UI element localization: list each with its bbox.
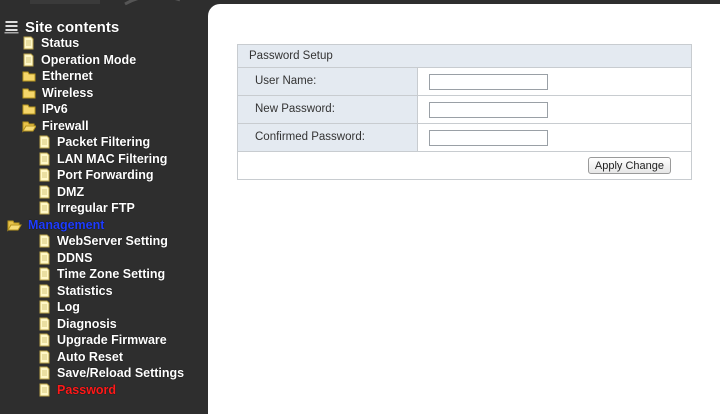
sidebar-item-upgrade-firmware[interactable]: Upgrade Firmware xyxy=(38,332,167,348)
new-password-input[interactable] xyxy=(429,101,548,118)
sidebar-item-password[interactable]: Password xyxy=(38,382,116,398)
sidebar-item-dmz[interactable]: DMZ xyxy=(38,184,84,200)
document-icon xyxy=(39,152,50,165)
sidebar-item-lan-mac-filtering[interactable]: LAN MAC Filtering xyxy=(38,151,167,167)
sidebar-item-statistics[interactable]: Statistics xyxy=(38,283,113,299)
folder-icon xyxy=(22,104,36,115)
sidebar-item-auto-reset[interactable]: Auto Reset xyxy=(38,349,123,365)
password-setup-panel: Password Setup User Name: New Password: … xyxy=(237,44,692,180)
sidebar-item-packet-filtering[interactable]: Packet Filtering xyxy=(38,134,150,150)
document-icon xyxy=(39,168,50,182)
new-password-row: New Password: xyxy=(238,96,691,124)
form-actions: Apply Change xyxy=(238,152,691,179)
panel-title: Password Setup xyxy=(238,45,691,68)
sidebar-item-time-zone-setting[interactable]: Time Zone Setting xyxy=(38,266,165,282)
confirmed-password-input[interactable] xyxy=(429,129,548,146)
document-icon xyxy=(39,201,50,215)
user-name-label: User Name: xyxy=(238,68,418,95)
sidebar-item-wireless[interactable]: Wireless xyxy=(22,85,93,101)
document-icon xyxy=(39,234,50,248)
sidebar-item-irregular-ftp[interactable]: Irregular FTP xyxy=(38,200,135,216)
sidebar-item-webserver-setting[interactable]: WebServer Setting xyxy=(38,233,168,249)
document-icon xyxy=(39,317,50,330)
sidebar-item-management[interactable]: Management xyxy=(6,217,104,233)
confirmed-password-row: Confirmed Password: xyxy=(238,124,691,152)
document-icon xyxy=(23,53,34,66)
folder-icon xyxy=(22,88,36,98)
sidebar-item-status[interactable]: Status xyxy=(22,35,79,51)
sidebar-item-diagnosis[interactable]: Diagnosis xyxy=(38,316,117,332)
sidebar-item-firewall[interactable]: Firewall xyxy=(22,118,89,134)
document-icon xyxy=(39,267,50,281)
sidebar-item-ethernet[interactable]: Ethernet xyxy=(22,68,93,84)
new-password-label: New Password: xyxy=(238,96,418,123)
sidebar-item-ipv6[interactable]: IPv6 xyxy=(22,101,68,117)
document-icon xyxy=(39,185,50,198)
document-icon xyxy=(39,251,50,264)
sidebar-item-save-reload-settings[interactable]: Save/Reload Settings xyxy=(38,365,184,381)
sidebar-tree: Site contents Status Operation Mode Ethe… xyxy=(0,0,208,410)
document-icon xyxy=(39,366,50,380)
sidebar-item-port-forwarding[interactable]: Port Forwarding xyxy=(38,167,154,183)
sidebar-item-operation-mode[interactable]: Operation Mode xyxy=(22,52,136,68)
document-icon xyxy=(39,135,50,149)
tree-root-icon xyxy=(4,21,19,34)
folder-icon xyxy=(22,71,36,82)
document-icon xyxy=(39,300,50,314)
sidebar-item-ddns[interactable]: DDNS xyxy=(38,250,92,266)
brand-logo xyxy=(30,0,180,6)
user-name-row: User Name: xyxy=(238,68,691,96)
sidebar-item-log[interactable]: Log xyxy=(38,299,80,315)
folder-open-icon xyxy=(7,220,22,232)
main-content: Password Setup User Name: New Password: … xyxy=(208,4,720,414)
tree-root[interactable]: Site contents xyxy=(4,18,120,36)
document-icon xyxy=(39,284,50,297)
folder-open-icon xyxy=(22,121,36,133)
document-icon xyxy=(39,350,50,363)
user-name-input[interactable] xyxy=(429,73,548,90)
apply-change-button[interactable]: Apply Change xyxy=(587,157,671,174)
confirmed-password-label: Confirmed Password: xyxy=(238,124,418,151)
document-icon xyxy=(39,383,50,396)
tree-root-label: Site contents xyxy=(25,18,120,36)
document-icon xyxy=(39,333,50,347)
document-icon xyxy=(23,36,34,50)
